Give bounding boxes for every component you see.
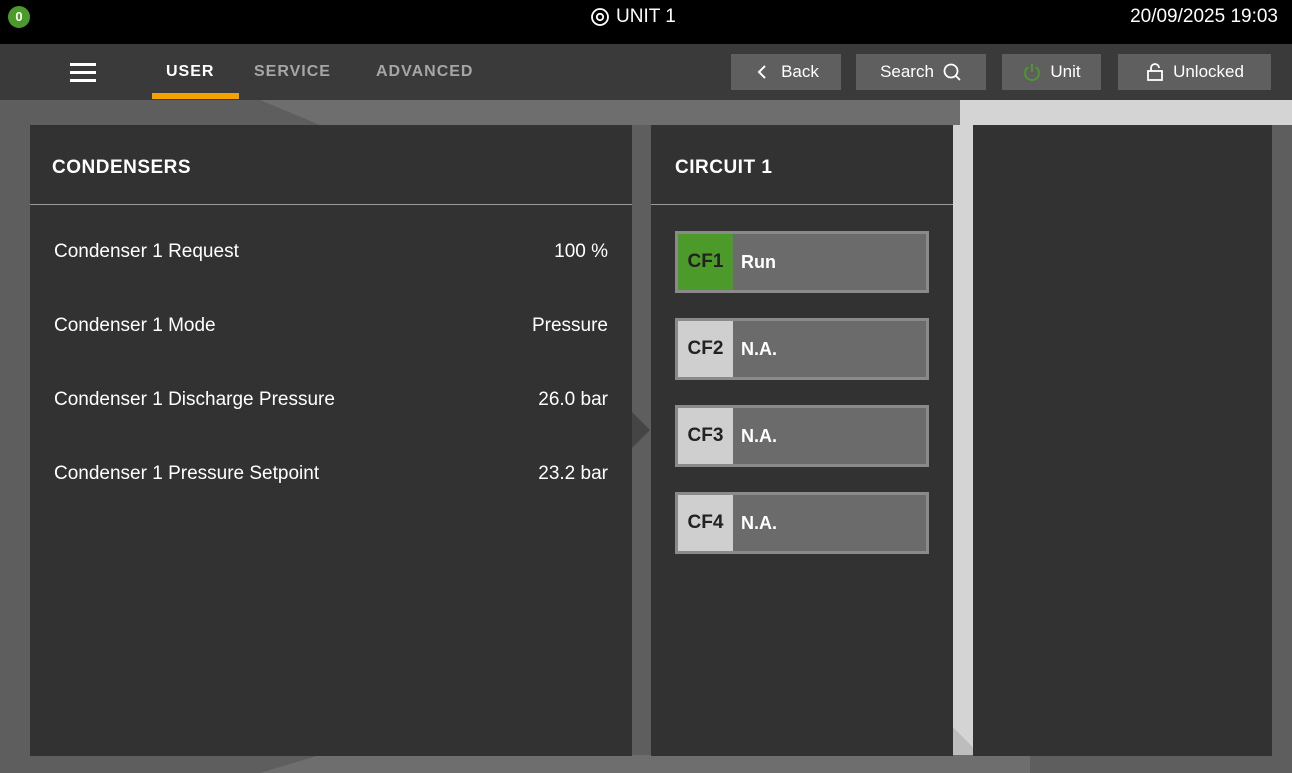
- condenser-discharge-pressure-value: 26.0 bar: [538, 389, 608, 410]
- condenser-fan-tile-cf2[interactable]: CF2 N.A.: [675, 318, 929, 380]
- fan-status: N.A.: [733, 408, 926, 464]
- condenser-discharge-pressure-label: Condenser 1 Discharge Pressure: [54, 389, 335, 410]
- search-button[interactable]: Search: [856, 54, 986, 90]
- unit-title-label: UNIT 1: [616, 6, 676, 27]
- status-bar: 0 UNIT 1 20/09/2025 19:03: [0, 0, 1292, 48]
- location-pin-icon: [591, 8, 609, 26]
- detail-panel: [973, 125, 1272, 756]
- lock-button[interactable]: Unlocked: [1118, 54, 1271, 90]
- circuit-panel: CIRCUIT 1 CF1 Run CF2 N.A. CF3 N.A. CF4 …: [651, 125, 953, 756]
- fan-status: Run: [733, 234, 926, 290]
- tab-service[interactable]: SERVICE: [254, 44, 331, 100]
- condensers-panel: CONDENSERS Condenser 1 Request 100 % Con…: [30, 125, 632, 756]
- alarm-count-badge[interactable]: 0: [8, 6, 30, 28]
- unit-power-button[interactable]: Unit: [1002, 54, 1101, 90]
- tab-advanced[interactable]: ADVANCED: [376, 44, 473, 100]
- circuit-divider: [651, 204, 953, 205]
- condensers-divider: [30, 204, 632, 205]
- condenser-pressure-setpoint-label: Condenser 1 Pressure Setpoint: [54, 463, 320, 484]
- condenser-mode-label: Condenser 1 Mode: [54, 315, 216, 336]
- fan-code: CF1: [678, 234, 733, 290]
- condensers-title: CONDENSERS: [52, 157, 192, 178]
- condenser-request-value: 100 %: [554, 241, 608, 262]
- back-button-label: Back: [781, 62, 819, 81]
- condenser-request-label: Condenser 1 Request: [54, 241, 239, 262]
- active-tab-indicator: [152, 93, 239, 99]
- datetime: 20/09/2025 19:03: [1130, 6, 1278, 27]
- search-button-label: Search: [880, 62, 934, 81]
- unlock-icon: [1147, 63, 1163, 81]
- fan-code: CF3: [678, 408, 733, 464]
- unit-button-label: Unit: [1050, 62, 1081, 81]
- condenser-fan-tile-cf4[interactable]: CF4 N.A.: [675, 492, 929, 554]
- power-icon: [1024, 64, 1041, 81]
- nav-bar: USER SERVICE ADVANCED Back Search Unit U…: [0, 44, 1292, 100]
- fan-status: N.A.: [733, 495, 926, 551]
- lock-button-label: Unlocked: [1173, 62, 1244, 81]
- condenser-pressure-setpoint-value: 23.2 bar: [538, 463, 608, 484]
- search-icon: [943, 63, 961, 81]
- circuit-title: CIRCUIT 1: [675, 157, 773, 178]
- condenser-mode-value: Pressure: [531, 315, 608, 336]
- condenser-fan-tile-cf1[interactable]: CF1 Run: [675, 231, 929, 293]
- tab-user[interactable]: USER: [166, 44, 214, 100]
- fan-status: N.A.: [733, 321, 926, 377]
- condenser-fan-tile-cf3[interactable]: CF3 N.A.: [675, 405, 929, 467]
- menu-icon[interactable]: [66, 60, 100, 84]
- chevron-left-icon: [757, 65, 766, 79]
- fan-code: CF2: [678, 321, 733, 377]
- back-button[interactable]: Back: [731, 54, 841, 90]
- fan-code: CF4: [678, 495, 733, 551]
- unit-title: UNIT 1: [590, 4, 676, 30]
